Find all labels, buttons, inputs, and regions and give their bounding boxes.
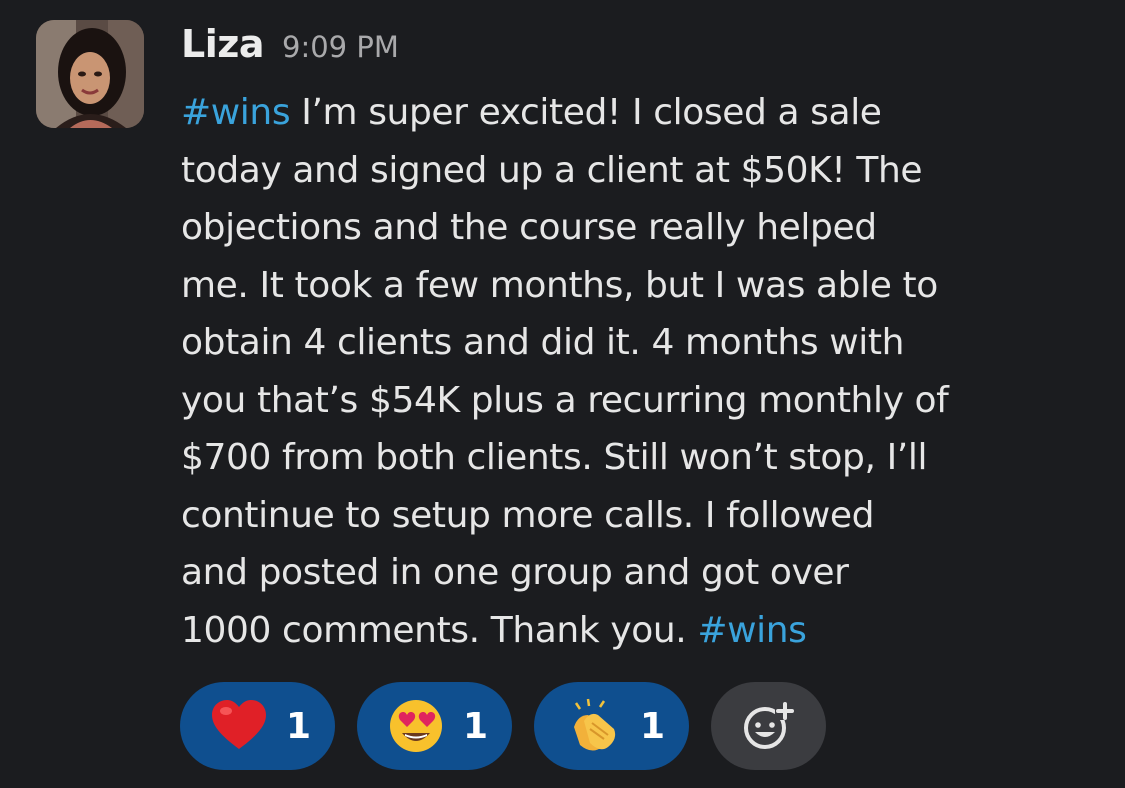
message-text: today and signed up a client at $50K! Th… [181,149,923,191]
timestamp[interactable]: 9:09 PM [282,30,399,64]
reaction-count: 1 [640,705,666,747]
heart-emoji-icon [212,700,266,749]
reaction-count: 1 [286,705,312,747]
reaction-clap[interactable]: 1 [534,682,689,770]
message-text: you that’s $54K plus a recurring monthly… [181,379,949,421]
message-line: continue to setup more calls. I followed [181,487,1116,545]
message-line: you that’s $54K plus a recurring monthly… [181,372,1116,430]
message-line: 1000 comments. Thank you. #wins [181,602,1116,660]
message-header: Liza 9:09 PM [181,22,399,78]
reaction-heart-eyes[interactable]: 1 [357,682,512,770]
message-text: me. It took a few months, but I was able… [181,264,938,306]
message-line: me. It took a few months, but I was able… [181,257,1116,315]
message-text: continue to setup more calls. I followed [181,494,875,536]
message-line: and posted in one group and got over [181,544,1116,602]
message-line: objections and the course really helped [181,199,1116,257]
clapping-hands-emoji-icon [574,698,616,751]
add-reaction-icon [743,702,795,749]
message: Liza 9:09 PM #wins I’m super excited! I … [0,0,1125,788]
avatar-image [36,20,144,128]
message-line: #wins I’m super excited! I closed a sale [181,84,1116,142]
message-line: $700 from both clients. Still won’t stop… [181,429,1116,487]
message-line: today and signed up a client at $50K! Th… [181,142,1116,200]
message-text: objections and the course really helped [181,207,877,248]
author-name[interactable]: Liza [181,22,265,66]
heart-eyes-emoji-icon [390,700,442,752]
message-text: I’m super excited! I closed a sale [290,92,882,133]
add-reaction-button[interactable] [711,682,826,770]
message-body: #wins I’m super excited! I closed a sale… [181,84,1116,659]
message-text: obtain 4 clients and did it. 4 months wi… [181,322,905,363]
reaction-heart[interactable]: 1 [180,682,335,770]
message-text: $700 from both clients. Still won’t stop… [181,437,928,478]
hashtag-link[interactable]: #wins [697,610,807,651]
message-text: and posted in one group and got over [181,552,849,593]
reaction-count: 1 [463,705,489,747]
hashtag-link[interactable]: #wins [181,92,291,133]
avatar[interactable] [36,20,144,128]
message-text: 1000 comments. Thank you. [181,609,698,651]
message-line: obtain 4 clients and did it. 4 months wi… [181,314,1116,372]
